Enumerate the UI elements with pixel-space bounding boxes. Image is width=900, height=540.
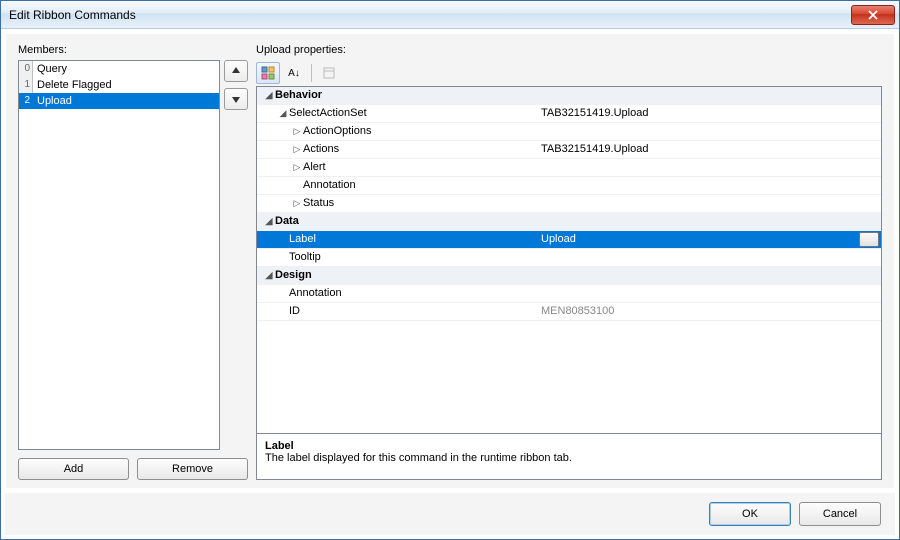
property-name: ▷Status xyxy=(257,195,537,212)
property-row[interactable]: LabelUpload… xyxy=(257,231,881,249)
titlebar: Edit Ribbon Commands xyxy=(1,1,899,29)
alphabetical-button[interactable]: A↓ xyxy=(282,62,306,84)
description-panel: Label The label displayed for this comma… xyxy=(256,434,882,480)
move-up-button[interactable] xyxy=(224,60,248,82)
content-area: Members: 0Query1Delete Flagged2Upload Ad… xyxy=(5,33,895,489)
collapse-icon: ◢ xyxy=(277,105,289,122)
property-name: Label xyxy=(257,231,537,248)
property-row[interactable]: Tooltip xyxy=(257,249,881,267)
member-name: Query xyxy=(33,61,219,77)
property-name: ◢Design xyxy=(257,267,537,284)
window-title: Edit Ribbon Commands xyxy=(9,8,851,22)
property-value[interactable]: Upload… xyxy=(537,231,881,248)
property-name: ▷Actions xyxy=(257,141,537,158)
property-category[interactable]: ◢Design xyxy=(257,267,881,285)
property-value[interactable] xyxy=(537,123,881,140)
move-down-button[interactable] xyxy=(224,88,248,110)
expand-icon: ▷ xyxy=(291,159,303,176)
property-pages-button[interactable] xyxy=(317,62,341,84)
arrow-up-icon xyxy=(231,66,241,76)
property-name: Annotation xyxy=(257,285,537,302)
members-label: Members: xyxy=(18,44,248,56)
arrow-down-icon xyxy=(231,94,241,104)
property-row[interactable]: ◢SelectActionSetTAB32151419.Upload xyxy=(257,105,881,123)
expand-icon: ▷ xyxy=(291,123,303,140)
reorder-buttons xyxy=(224,60,248,452)
pages-icon xyxy=(322,66,336,80)
member-index: 0 xyxy=(19,61,33,77)
members-pane: Members: 0Query1Delete Flagged2Upload Ad… xyxy=(18,44,248,480)
collapse-icon: ◢ xyxy=(263,213,275,230)
properties-label: Upload properties: xyxy=(256,44,882,56)
property-row[interactable]: ▷ActionsTAB32151419.Upload xyxy=(257,141,881,159)
sort-az-icon: A↓ xyxy=(288,68,300,79)
categorized-button[interactable] xyxy=(256,62,280,84)
propgrid-toolbar: A↓ xyxy=(256,60,882,86)
dialog-footer: OK Cancel xyxy=(5,493,895,535)
property-name: ▷ActionOptions xyxy=(257,123,537,140)
member-item[interactable]: 2Upload xyxy=(19,93,219,109)
member-index: 2 xyxy=(19,93,33,109)
remove-button[interactable]: Remove xyxy=(137,458,248,480)
property-row[interactable]: ▷Status xyxy=(257,195,881,213)
property-value[interactable] xyxy=(537,195,881,212)
expand-icon: ▷ xyxy=(291,195,303,212)
member-name: Upload xyxy=(33,93,219,109)
property-grid[interactable]: ◢Behavior◢SelectActionSetTAB32151419.Upl… xyxy=(256,86,882,434)
property-value[interactable] xyxy=(537,249,881,266)
property-name: ◢Data xyxy=(257,213,537,230)
description-text: The label displayed for this command in … xyxy=(265,452,873,464)
property-value[interactable]: TAB32151419.Upload xyxy=(537,141,881,158)
expand-icon: ▷ xyxy=(291,141,303,158)
property-category[interactable]: ◢Behavior xyxy=(257,87,881,105)
property-row[interactable]: Annotation xyxy=(257,285,881,303)
cancel-button[interactable]: Cancel xyxy=(799,502,881,526)
property-value[interactable]: MEN80853100 xyxy=(537,303,881,320)
member-item[interactable]: 0Query xyxy=(19,61,219,77)
member-index: 1 xyxy=(19,77,33,93)
property-name: ID xyxy=(257,303,537,320)
add-button[interactable]: Add xyxy=(18,458,129,480)
collapse-icon: ◢ xyxy=(263,87,275,104)
close-icon xyxy=(868,10,878,20)
categorized-icon xyxy=(261,66,275,80)
ok-button[interactable]: OK xyxy=(709,502,791,526)
property-row[interactable]: IDMEN80853100 xyxy=(257,303,881,321)
ellipsis-button[interactable]: … xyxy=(859,232,879,247)
property-name: Tooltip xyxy=(257,249,537,266)
property-value[interactable] xyxy=(537,159,881,176)
description-title: Label xyxy=(265,440,873,452)
property-name: Annotation xyxy=(257,177,537,194)
property-row[interactable]: ▷ActionOptions xyxy=(257,123,881,141)
close-button[interactable] xyxy=(851,5,895,25)
dialog-window: Edit Ribbon Commands Members: 0Query1Del… xyxy=(0,0,900,540)
property-value[interactable] xyxy=(537,177,881,194)
property-value[interactable] xyxy=(537,285,881,302)
toolbar-separator xyxy=(311,64,312,82)
property-value[interactable]: TAB32151419.Upload xyxy=(537,105,881,122)
property-row[interactable]: ▷Alert xyxy=(257,159,881,177)
property-name: ▷Alert xyxy=(257,159,537,176)
property-row[interactable]: Annotation xyxy=(257,177,881,195)
collapse-icon: ◢ xyxy=(263,267,275,284)
member-name: Delete Flagged xyxy=(33,77,219,93)
property-name: ◢Behavior xyxy=(257,87,537,104)
members-list[interactable]: 0Query1Delete Flagged2Upload xyxy=(18,60,220,450)
member-item[interactable]: 1Delete Flagged xyxy=(19,77,219,93)
property-name: ◢SelectActionSet xyxy=(257,105,537,122)
properties-pane: Upload properties: A↓ ◢Behavior◢SelectAc… xyxy=(256,44,882,480)
property-category[interactable]: ◢Data xyxy=(257,213,881,231)
